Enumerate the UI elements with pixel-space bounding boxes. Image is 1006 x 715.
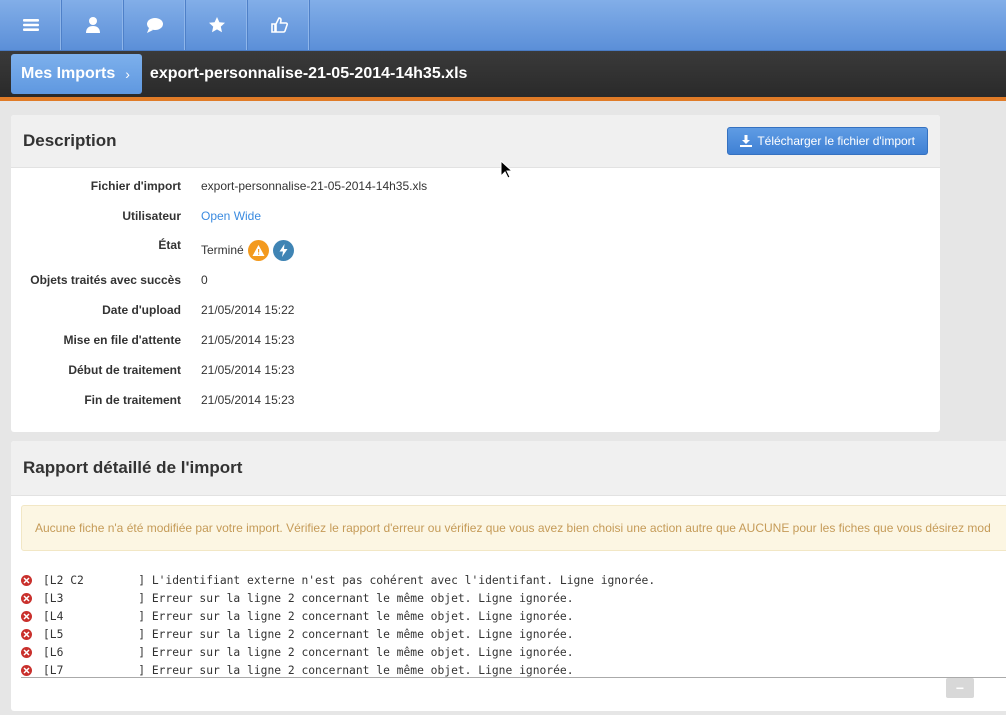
field-label: Utilisateur	[122, 209, 181, 223]
error-icon	[21, 610, 32, 622]
chat-button[interactable]	[124, 0, 186, 50]
description-header: Description Télécharger le fichier d'imp…	[11, 115, 940, 168]
field-value: 21/05/2014 15:23	[201, 393, 295, 407]
field-value: 21/05/2014 15:22	[201, 303, 295, 317]
error-icon	[21, 574, 32, 586]
top-toolbar	[0, 0, 1006, 51]
user-button[interactable]	[62, 0, 124, 50]
log-text: [L7 ] Erreur sur la ligne 2 concernant l…	[43, 663, 574, 677]
mouse-cursor-icon	[500, 160, 512, 179]
collapse-log-button[interactable]: −	[946, 678, 974, 698]
breadcrumb: Mes Imports › export-personnalise-21-05-…	[0, 51, 1006, 101]
chat-icon	[146, 18, 163, 33]
processing-badge[interactable]	[272, 239, 294, 261]
error-icon	[21, 664, 32, 676]
log-line: [L3 ] Erreur sur la ligne 2 concernant l…	[21, 589, 1006, 607]
thumbs-up-button[interactable]	[248, 0, 310, 50]
lightning-icon	[279, 243, 288, 257]
breadcrumb-mes-imports[interactable]: Mes Imports ›	[11, 54, 142, 94]
field-row-queued: Mise en file d'attente 21/05/2014 15:23	[11, 330, 940, 350]
field-row-success-count: Objets traités avec succès 0	[11, 270, 940, 290]
download-import-button[interactable]: Télécharger le fichier d'import	[727, 127, 928, 155]
field-label: Fin de traitement	[84, 393, 181, 407]
report-panel: Rapport détaillé de l'import Aucune fich…	[11, 441, 1006, 711]
warning-alert: Aucune fiche n'a été modifiée par votre …	[21, 505, 1006, 551]
field-row-end: Fin de traitement 21/05/2014 15:23	[11, 390, 940, 410]
log-line: [L2 C2 ] L'identifiant externe n'est pas…	[21, 571, 1006, 589]
log-text: [L4 ] Erreur sur la ligne 2 concernant l…	[43, 609, 574, 623]
field-value: export-personnalise-21-05-2014-14h35.xls	[201, 179, 428, 193]
menu-button[interactable]	[0, 0, 62, 50]
download-label: Télécharger le fichier d'import	[757, 134, 915, 148]
star-icon	[208, 17, 225, 33]
breadcrumb-parent-label: Mes Imports	[21, 65, 116, 82]
warning-badge[interactable]	[247, 239, 269, 261]
user-link[interactable]: Open Wide	[201, 209, 261, 223]
field-row-file: Fichier d'import export-personnalise-21-…	[11, 176, 940, 196]
field-label: Début de traitement	[68, 363, 181, 377]
field-row-start: Début de traitement 21/05/2014 15:23	[11, 360, 940, 380]
log-line: [L6 ] Erreur sur la ligne 2 concernant l…	[21, 643, 1006, 661]
user-icon	[85, 17, 100, 33]
log-divider	[21, 677, 1006, 678]
field-label: Objets traités avec succès	[30, 273, 181, 287]
field-label: État	[158, 238, 181, 252]
field-value: 21/05/2014 15:23	[201, 333, 295, 347]
field-row-state: État Terminé	[11, 238, 940, 262]
error-icon	[21, 592, 32, 604]
log-text: [L2 C2 ] L'identifiant externe n'est pas…	[43, 573, 656, 587]
error-icon	[21, 628, 32, 640]
page-title: export-personnalise-21-05-2014-14h35.xls	[149, 65, 468, 82]
chevron-right-icon: ›	[125, 66, 130, 82]
state-value: Terminé	[201, 243, 244, 257]
log-text: [L5 ] Erreur sur la ligne 2 concernant l…	[43, 627, 574, 641]
report-title: Rapport détaillé de l'import	[23, 458, 243, 477]
log-line: [L4 ] Erreur sur la ligne 2 concernant l…	[21, 607, 1006, 625]
error-log: [L2 C2 ] L'identifiant externe n'est pas…	[21, 571, 1006, 679]
field-label: Fichier d'import	[90, 179, 181, 193]
report-header: Rapport détaillé de l'import	[11, 441, 1006, 496]
thumbs-up-icon	[270, 17, 288, 33]
error-icon	[21, 646, 32, 658]
field-row-upload-date: Date d'upload 21/05/2014 15:22	[11, 300, 940, 320]
field-label: Mise en file d'attente	[63, 333, 181, 347]
log-text: [L3 ] Erreur sur la ligne 2 concernant l…	[43, 591, 574, 605]
description-panel: Description Télécharger le fichier d'imp…	[11, 115, 940, 432]
log-line: [L5 ] Erreur sur la ligne 2 concernant l…	[21, 625, 1006, 643]
field-row-user: Utilisateur Open Wide	[11, 206, 940, 226]
log-text: [L6 ] Erreur sur la ligne 2 concernant l…	[43, 645, 574, 659]
download-icon	[740, 135, 753, 147]
field-label: Date d'upload	[102, 303, 181, 317]
warning-icon	[252, 244, 265, 256]
favorites-button[interactable]	[186, 0, 248, 50]
field-value: 0	[201, 273, 208, 287]
menu-icon	[22, 19, 39, 31]
field-value: 21/05/2014 15:23	[201, 363, 295, 377]
description-title: Description	[23, 131, 117, 150]
